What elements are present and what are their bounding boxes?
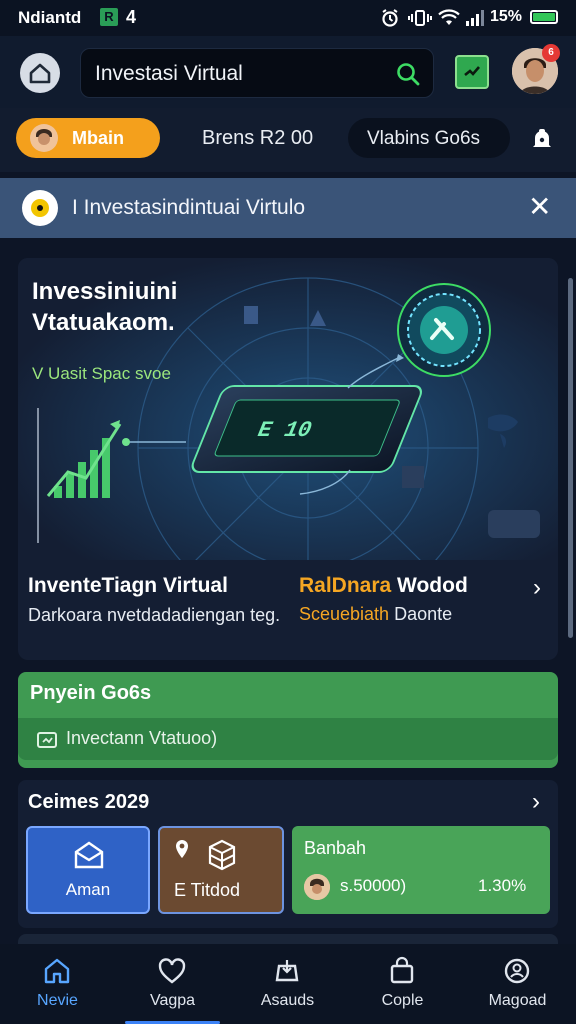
nav-item-home[interactable]: Nevie [0,944,115,1024]
top-app-bar: Investasi Virtual 6 [0,36,576,108]
target-logo-icon [22,190,58,226]
chip-avatar [30,124,58,152]
notification-badge: 6 [542,44,560,62]
status-time: Ndiantd [18,8,82,27]
portfolio-icon [37,732,57,748]
chip-main[interactable]: Mbain [16,118,160,158]
promo-title: Pnyein Go6s [30,682,152,704]
home-icon [44,958,70,984]
home-outline-icon [29,63,51,84]
hero-title-right-rest: Wodod [391,574,468,597]
search-bar[interactable]: Investasi Virtual [80,48,434,98]
chart-icon [464,66,480,77]
promo-row-label: Invectann Vtatuoo) [66,728,218,748]
hero-desc-right-rest: Daonte [389,604,453,624]
chip-third[interactable]: Vlabins Go6s [348,118,510,158]
hero-heading: Invessiniuini Vtatuakaom. [32,278,178,336]
section-title: Ceimes 2029 [28,791,150,813]
profile-icon [504,958,530,984]
signal-icon [466,10,484,26]
nav-label-shop: Cople [381,992,424,1009]
search-icon[interactable] [395,61,421,87]
hero-title-right: RalDnara Wodod [299,574,468,598]
chip-third-label: Vlabins Go6s [367,128,481,149]
hero-card[interactable]: E 10 Invessiniuini Vtatuakaom. V Uasit S… [18,258,558,660]
alarm-icon [382,9,398,27]
close-icon[interactable]: ✕ [528,193,551,221]
nav-item-assets[interactable]: Asauds [230,944,345,1024]
info-banner: I Investasindintuai Virtulo ✕ [0,178,576,238]
category-chips: Mbain Brens R2 00 Vlabins Go6s [0,108,576,172]
scrollbar[interactable] [568,278,573,638]
vibrate-icon [408,10,432,26]
tile-banbah-title: Banbah [304,838,367,858]
wifi-icon [438,9,460,25]
assets-icon [275,960,299,982]
hero-desc-right: Sceuebiath Daonte [299,604,452,625]
banner-text: I Investasindintuai Virtulo [72,196,306,219]
chip-second[interactable]: Brens R2 00 [202,127,313,150]
hero-subheading: V Uasit Spac svoe [32,364,171,383]
tile-titdod-label: E Titdod [174,880,241,900]
device-screen-text: E 10 [253,418,316,443]
chevron-right-icon[interactable]: › [533,574,541,602]
nav-label-favorites: Vagpa [149,992,196,1009]
search-input[interactable]: Investasi Virtual [95,62,243,86]
nav-label-profile: Magoad [488,992,547,1009]
tile-aman-label: Aman [65,880,111,899]
hero-title-right-highlight: RalDnara [299,574,392,597]
nav-item-shop[interactable]: Cople [345,944,460,1024]
promo-card[interactable]: Pnyein Go6s Invectann Vtatuoo) [18,672,558,768]
stories-section: Ceimes 2029 › Aman E Titdod Banbah s.500… [18,780,558,928]
nav-label-assets: Asauds [260,992,315,1009]
tile-titdod[interactable]: E Titdod [158,826,284,914]
chip-main-label: Mbain [72,128,124,148]
battery-percent: 15% [490,8,523,25]
chart-shortcut-button[interactable] [455,55,489,89]
notification-bell-icon[interactable] [528,126,556,154]
nav-label-home: Nevie [37,992,78,1009]
heart-icon [158,958,186,984]
tile-avatar [304,874,330,900]
battery-icon [530,10,558,24]
bottom-navigation: Nevie Vagpa Asauds Cople Magoad [0,944,576,1024]
tile-banbah-amount: s.50000) [340,876,407,895]
tile-aman[interactable]: Aman [26,826,150,914]
promo-row[interactable]: Invectann Vtatuoo) [18,718,558,760]
home-button[interactable] [20,53,60,93]
hero-title-left: InventeTiagn Virtual [28,574,228,597]
tile-banbah-percent: 1.30% [478,876,527,895]
nav-item-favorites[interactable]: Vagpa [115,944,230,1024]
avatar-face-small [304,874,330,900]
tile-banbah[interactable]: Banbah s.50000) 1.30% [292,826,550,914]
location-pin-icon [176,840,188,858]
hero-desc-right-highlight: Sceuebiath [299,604,390,624]
hero-desc-left: Darkoara nvetdadadiengan teg. [28,605,281,625]
network-label: 4 [126,7,137,27]
status-bar: Ndiantd R 4 15% [0,0,576,36]
envelope-icon [74,841,104,869]
box-stack-icon [208,839,236,871]
nav-item-profile[interactable]: Magoad [460,944,575,1024]
sim-icon: R [100,8,118,26]
avatar-face-small [36,129,52,145]
bag-icon [390,956,414,984]
chevron-right-icon[interactable]: › [532,788,540,816]
